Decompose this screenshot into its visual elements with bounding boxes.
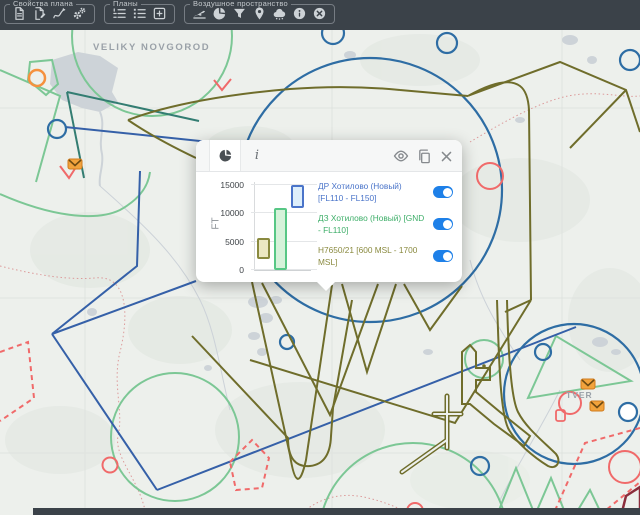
y-axis-ticks: 050001000015000	[196, 182, 248, 270]
pie-chart-icon	[212, 6, 227, 21]
file-icon	[12, 6, 27, 21]
copy-button[interactable]	[417, 149, 432, 164]
popup-header: i	[196, 140, 462, 172]
y-tick-label: 0	[239, 265, 244, 275]
route-pen-icon	[52, 6, 67, 21]
eye-icon	[393, 148, 409, 164]
app-window: VELIKY NOVGOROD TVER Свойства плана	[0, 0, 640, 515]
legend-toggle[interactable]	[433, 186, 453, 198]
y-tick-label: 5000	[225, 237, 244, 247]
aerodrome-icon[interactable]	[68, 159, 82, 169]
legend-row: ДР Хотилово (Новый) [FL110 - FL150]	[318, 180, 456, 205]
city-label-veliky-novgorod: VELIKY NOVGOROD	[93, 42, 210, 53]
plan-file-edit-button[interactable]	[30, 5, 49, 22]
list-numbered-icon	[112, 6, 127, 21]
airspace-close-button[interactable]	[310, 5, 329, 22]
pie-chart-icon	[218, 148, 233, 163]
legend-label: ДЗ Хотилово (Новый) [GND - FL110]	[318, 212, 428, 237]
plan-add-button[interactable]	[150, 5, 169, 22]
gears-icon	[72, 6, 87, 21]
plane-takeoff-icon	[192, 6, 207, 21]
file-edit-icon	[32, 6, 47, 21]
altitude-chart	[254, 182, 311, 271]
plan-file-button[interactable]	[10, 5, 29, 22]
plans-list-numbered-button[interactable]	[110, 5, 129, 22]
close-icon	[440, 150, 453, 163]
legend-row: ДЗ Хотилово (Новый) [GND - FL110]	[318, 212, 456, 237]
legend-label: H7650/21 [600 MSL - 1700 MSL]	[318, 244, 428, 269]
chart-bar	[274, 208, 287, 270]
plan-settings-button[interactable]	[70, 5, 89, 22]
tab-chart[interactable]	[209, 140, 241, 171]
olive-point	[482, 364, 486, 368]
info-icon: i	[255, 148, 259, 163]
airspace-weather-button[interactable]	[270, 5, 289, 22]
legend-toggle[interactable]	[433, 218, 453, 230]
top-toolbar: Свойства плана	[0, 0, 640, 30]
chart-bar	[291, 185, 304, 208]
plans-list-button[interactable]	[130, 5, 149, 22]
airspace-filter-button[interactable]	[230, 5, 249, 22]
airspace-chart-button[interactable]	[210, 5, 229, 22]
plan-route-button[interactable]	[50, 5, 69, 22]
legend-label: ДР Хотилово (Новый) [FL110 - FL150]	[318, 180, 428, 205]
list-icon	[132, 6, 147, 21]
aerodrome-icon[interactable]	[590, 401, 604, 411]
visibility-button[interactable]	[393, 148, 409, 164]
toolbar-group-plan-properties: Свойства плана	[4, 1, 95, 24]
airspace-popup: i	[196, 140, 462, 282]
aerodrome-icon[interactable]	[581, 379, 595, 389]
add-plan-icon	[152, 6, 167, 21]
copy-icon	[417, 149, 432, 164]
toolbar-group-airspace: Воздушное пространство	[184, 1, 335, 24]
tab-info[interactable]: i	[241, 140, 273, 171]
close-button[interactable]	[440, 150, 453, 163]
info-circle-icon	[292, 6, 307, 21]
weather-cloud-icon	[272, 6, 287, 21]
bottom-bar	[33, 508, 640, 515]
y-tick-label: 15000	[220, 180, 244, 190]
airspace-info-button[interactable]	[290, 5, 309, 22]
city-label-tver: TVER	[566, 390, 593, 400]
close-circle-icon	[312, 6, 327, 21]
chart-bar	[257, 238, 270, 258]
airspace-legend: ДР Хотилово (Новый) [FL110 - FL150] ДЗ Х…	[318, 180, 456, 269]
airspace-plane-button[interactable]	[190, 5, 209, 22]
popup-pointer	[316, 281, 336, 291]
filter-icon	[232, 6, 247, 21]
airspace-point-button[interactable]	[250, 5, 269, 22]
legend-row: H7650/21 [600 MSL - 1700 MSL]	[318, 244, 456, 269]
toolbar-group-plans: Планы	[104, 1, 175, 24]
legend-toggle[interactable]	[433, 250, 453, 262]
popup-actions	[393, 140, 453, 172]
map-pin-icon	[252, 6, 267, 21]
y-tick-label: 10000	[220, 208, 244, 218]
